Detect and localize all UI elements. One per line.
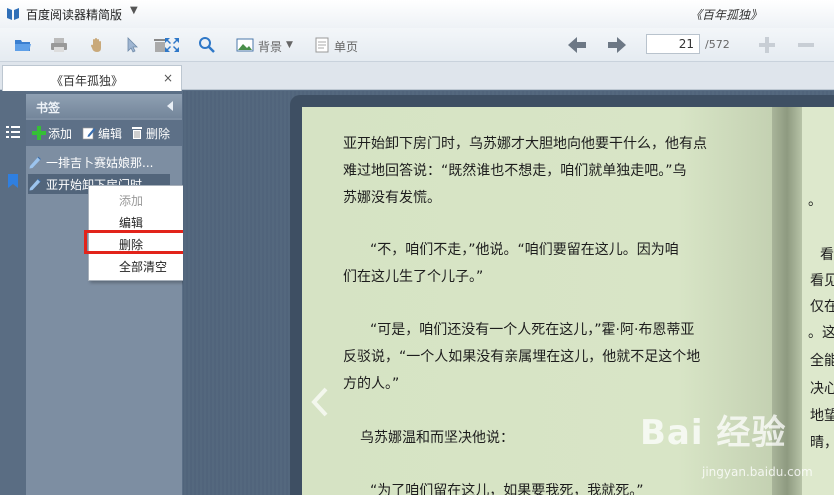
toolbar: 背景 ▼ 单页 21 /572: [0, 28, 834, 62]
app-name: 百度阅读器精简版: [26, 8, 123, 22]
zoom-out-minus-icon[interactable]: [797, 36, 815, 54]
toc-list-icon[interactable]: [5, 124, 21, 140]
edit-bookmark-button[interactable]: 编辑: [82, 125, 122, 141]
text-fragment: 。这: [808, 325, 834, 341]
text-fragment: 看: [820, 247, 834, 263]
add-bookmark-button[interactable]: 添加: [32, 125, 72, 141]
page-total: /572: [705, 38, 730, 51]
tab-close-icon[interactable]: ×: [163, 71, 173, 85]
plus-icon: [32, 126, 46, 140]
page-number-input[interactable]: 21: [646, 34, 700, 54]
background-button[interactable]: 背景: [258, 38, 282, 55]
background-dropdown-icon[interactable]: ▼: [286, 40, 293, 50]
text-line: “不，咱们不走，”他说。“咱们要留在这儿。因为咱: [370, 242, 679, 258]
text-line: 难过地回答说：“既然谁也不想走，咱们就单独走吧。”乌: [343, 163, 687, 179]
bookmark-icon[interactable]: [5, 173, 21, 189]
previous-page-chevron-icon[interactable]: [310, 387, 330, 417]
text-fragment: 仅在: [810, 299, 834, 315]
bookmark-toolbar: 添加 编辑 删除: [26, 120, 182, 146]
context-menu-add: 添加: [119, 194, 144, 208]
tab-label: 《百年孤独》: [51, 74, 124, 88]
text-line: 们在这儿生了个儿子。”: [343, 269, 484, 285]
text-fragment: 决心: [810, 381, 834, 397]
add-bookmark-label: 添加: [48, 126, 73, 141]
tab-document[interactable]: 《百年孤独》 ×: [2, 65, 182, 91]
select-cursor-icon[interactable]: [124, 36, 142, 54]
text-line: 亚开始卸下房门时，乌苏娜才大胆地向他要干什么，他有点: [343, 136, 707, 152]
single-page-button[interactable]: 单页: [334, 38, 358, 55]
zoom-in-plus-icon[interactable]: [758, 36, 776, 54]
next-page-arrow-icon[interactable]: [606, 34, 628, 56]
hand-tool-icon[interactable]: [88, 36, 106, 54]
edit-pencil-icon: [82, 127, 96, 140]
text-fragment: 看见: [810, 273, 834, 289]
single-page-icon[interactable]: [313, 36, 331, 54]
tab-strip: 《百年孤独》 ×: [0, 62, 834, 91]
text-line: 苏娜没有发慌。: [343, 190, 441, 206]
text-fragment: 全能: [810, 353, 834, 369]
left-rail: [0, 91, 26, 495]
bookmark-panel-title: 书签: [36, 101, 61, 115]
document-title: 《百年孤独》: [690, 8, 763, 22]
text-line: 反驳说，“一个人如果没有亲属埋在这儿，他就不足这个地: [343, 349, 701, 365]
title-bar: 百度阅读器精简版 ▼ 《百年孤独》: [0, 0, 834, 28]
text-line: 方的人。”: [343, 376, 400, 392]
list-item[interactable]: 一排吉卜赛姑娘那...: [28, 152, 178, 172]
watermark-url: jingyan.baidu.com: [702, 465, 813, 479]
bookmark-label: 一排吉卜赛姑娘那...: [46, 155, 154, 170]
collapse-arrow-icon[interactable]: [166, 101, 174, 111]
trash-icon: [132, 127, 142, 139]
delete-bookmark-button[interactable]: 删除: [130, 125, 170, 141]
previous-page-arrow-icon[interactable]: [566, 34, 588, 56]
app-menu-dropdown-icon[interactable]: ▼: [130, 5, 138, 16]
context-menu-edit[interactable]: 编辑: [119, 214, 143, 231]
text-line: “可是，咱们还没有一个人死在这儿，”霍·阿·布恩蒂亚: [370, 322, 695, 338]
baidu-jingyan-watermark: Bai 经验 jingyan.baidu.com: [640, 405, 830, 485]
open-folder-icon[interactable]: [14, 36, 32, 54]
fullscreen-icon[interactable]: [163, 36, 181, 54]
bookmark-pencil-icon: [29, 178, 41, 191]
delete-bookmark-label: 删除: [146, 126, 171, 141]
zoom-search-icon[interactable]: [198, 36, 216, 54]
bookmark-panel-header: 书签: [26, 94, 182, 118]
bookmark-pencil-icon: [29, 156, 41, 169]
edit-bookmark-label: 编辑: [98, 126, 123, 141]
bookmark-panel: 书签 添加 编辑 删除 一排吉卜赛姑娘那...: [26, 94, 182, 495]
print-icon[interactable]: [50, 36, 68, 54]
book-logo-icon: [7, 8, 19, 20]
text-fragment: 。: [808, 193, 822, 209]
watermark-main: Bai 经验: [640, 413, 787, 453]
context-menu-clear-all[interactable]: 全部清空: [119, 258, 167, 275]
background-image-icon[interactable]: [236, 36, 254, 54]
